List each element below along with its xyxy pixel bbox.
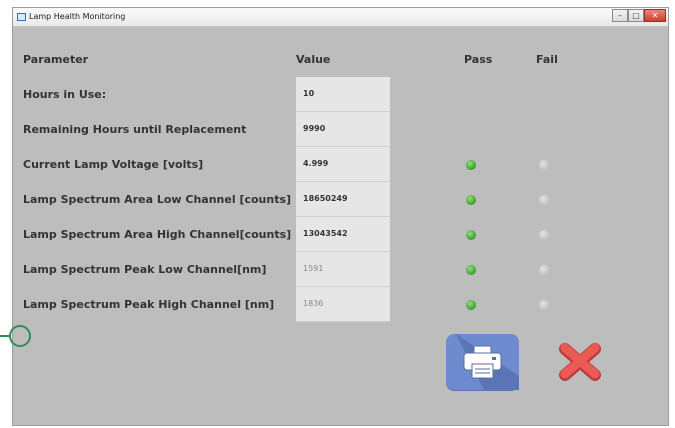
fail-indicator [539,230,549,240]
close-window-button[interactable]: ✕ [644,9,666,22]
header-fail: Fail [536,53,558,66]
fail-indicator [539,195,549,205]
parameter-label: Lamp Spectrum Peak Low Channel[nm] [23,263,267,276]
window-controls: – □ ✕ [612,9,666,23]
parameter-label: Lamp Spectrum Peak High Channel [nm] [23,298,275,311]
close-x-icon [559,343,601,381]
window-title: Lamp Health Monitoring [29,12,126,21]
value-field[interactable]: 1836 [296,287,390,322]
value-field[interactable]: 18650249 [296,182,390,217]
cancel-button[interactable] [555,341,605,383]
value-field[interactable]: 13043542 [296,217,390,252]
fail-indicator [539,300,549,310]
value-field[interactable]: 4.999 [296,147,390,182]
header-parameter: Parameter [23,53,89,66]
fail-indicator [539,265,549,275]
fail-indicator [539,160,549,170]
pass-indicator [466,265,476,275]
parameter-label: Hours in Use: [23,88,107,101]
value-field[interactable]: 1591 [296,252,390,287]
printer-icon [456,334,519,390]
header-value: Value [296,53,331,66]
header-pass: Pass [464,53,493,66]
print-button[interactable] [446,334,519,390]
pass-indicator [466,195,476,205]
parameter-label: Lamp Spectrum Area High Channel[counts] [23,228,292,241]
value-field[interactable]: 9990 [296,112,390,147]
pass-indicator [466,160,476,170]
title-bar: Lamp Health Monitoring – □ ✕ [13,8,668,27]
pass-indicator [466,300,476,310]
annotation-circle [9,325,31,347]
value-field[interactable]: 10 [296,77,390,112]
minimize-button[interactable]: – [612,9,628,22]
maximize-button[interactable]: □ [628,9,644,22]
pass-indicator [466,230,476,240]
parameter-label: Current Lamp Voltage [volts] [23,158,204,171]
parameter-label: Remaining Hours until Replacement [23,123,247,136]
app-window: Lamp Health Monitoring – □ ✕ Parameter V… [12,7,669,426]
app-icon [17,13,26,21]
parameter-label: Lamp Spectrum Area Low Channel [counts] [23,193,292,206]
